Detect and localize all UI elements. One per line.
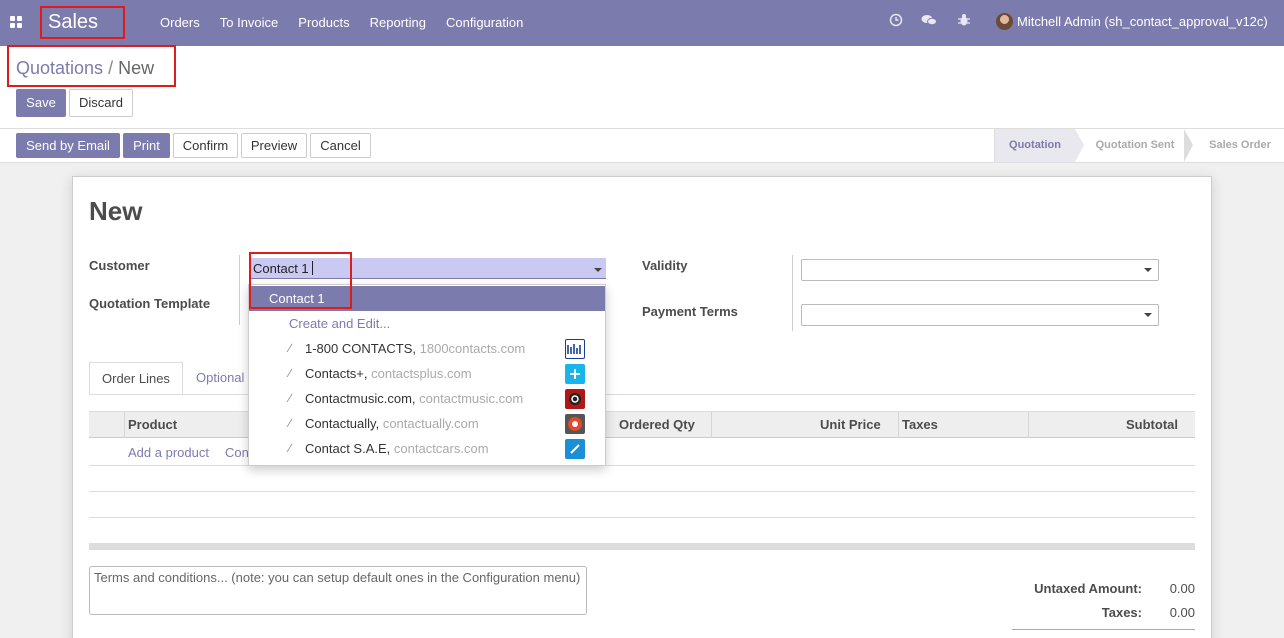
bug-icon[interactable] bbox=[956, 13, 972, 29]
company-logo-icon bbox=[565, 389, 585, 409]
table-footer bbox=[89, 543, 1195, 550]
record-title: New bbox=[89, 196, 143, 226]
label-divider bbox=[792, 255, 793, 331]
column-product[interactable]: Product bbox=[128, 412, 177, 438]
stage-sales-order[interactable]: Sales Order bbox=[1197, 129, 1283, 162]
terms-and-conditions-field[interactable]: Terms and conditions... (note: you can s… bbox=[89, 566, 587, 615]
customer-label: Customer bbox=[89, 258, 150, 273]
suggestion-label: Contactually, contactually.com bbox=[305, 411, 479, 436]
taxes-value: 0.00 bbox=[1169, 605, 1195, 620]
menu-orders[interactable]: Orders bbox=[150, 0, 210, 46]
suggestion-label: Contacts+, contactsplus.com bbox=[305, 361, 472, 386]
suggestion-item[interactable]: ∕ Contact S.A.E, contactcars.com bbox=[249, 436, 605, 461]
suggestion-label: 1-800 CONTACTS, 1800contacts.com bbox=[305, 336, 525, 361]
suggestion-name: Contact S.A.E, bbox=[305, 441, 391, 456]
suggestion-domain: contactsplus.com bbox=[371, 366, 472, 381]
magic-wand-icon: ∕ bbox=[289, 391, 292, 405]
suggestion-domain: contactcars.com bbox=[393, 441, 489, 456]
avatar[interactable] bbox=[996, 13, 1013, 30]
stage-arrow bbox=[1184, 129, 1193, 162]
taxes-label: Taxes: bbox=[1101, 605, 1142, 620]
stage-quotation-sent[interactable]: Quotation Sent bbox=[1087, 129, 1183, 162]
tab-order-lines[interactable]: Order Lines bbox=[89, 362, 183, 395]
customer-highlight bbox=[249, 252, 352, 309]
suggestion-domain: 1800contacts.com bbox=[419, 341, 526, 356]
magic-wand-icon: ∕ bbox=[289, 366, 292, 380]
suggestion-item[interactable]: ∕ Contactually, contactually.com bbox=[249, 411, 605, 436]
suggestion-label: Contactmusic.com, contactmusic.com bbox=[305, 386, 523, 411]
column-unit-price[interactable]: Unit Price bbox=[820, 412, 881, 438]
preview-button[interactable]: Preview bbox=[241, 133, 307, 158]
column-separator bbox=[1028, 412, 1029, 438]
suggestion-domain: contactmusic.com bbox=[419, 391, 524, 406]
create-and-edit-option[interactable]: Create and Edit... bbox=[249, 311, 605, 336]
untaxed-amount-value: 0.00 bbox=[1169, 581, 1195, 596]
magic-wand-icon: ∕ bbox=[289, 341, 292, 355]
send-by-email-button[interactable]: Send by Email bbox=[16, 133, 120, 158]
suggestion-name: Contactually, bbox=[305, 416, 380, 431]
suggestion-name: Contacts+, bbox=[305, 366, 368, 381]
column-separator bbox=[124, 412, 125, 438]
tab-optional-products[interactable]: Optional bbox=[184, 362, 256, 395]
user-menu[interactable]: Mitchell Admin (sh_contact_approval_v12c… bbox=[1017, 0, 1268, 44]
apps-icon[interactable] bbox=[10, 16, 22, 28]
menu-configuration[interactable]: Configuration bbox=[436, 0, 533, 46]
suggestion-domain: contactually.com bbox=[382, 416, 479, 431]
table-row bbox=[89, 517, 1195, 518]
table-row bbox=[89, 491, 1195, 492]
suggestion-item[interactable]: ∕ Contactmusic.com, contactmusic.com bbox=[249, 386, 605, 411]
payment-terms-label: Payment Terms bbox=[642, 304, 738, 319]
suggestion-name: 1-800 CONTACTS, bbox=[305, 341, 417, 356]
menu-products[interactable]: Products bbox=[288, 0, 359, 46]
company-logo-icon bbox=[565, 364, 585, 384]
breadcrumb-current: New bbox=[118, 58, 155, 78]
stage-quotation[interactable]: Quotation bbox=[995, 129, 1075, 162]
stage-arrow bbox=[1075, 129, 1084, 162]
discard-button[interactable]: Discard bbox=[69, 89, 133, 117]
menu-to-invoice[interactable]: To Invoice bbox=[210, 0, 289, 46]
column-subtotal[interactable]: Subtotal bbox=[1126, 412, 1178, 438]
magic-wand-icon: ∕ bbox=[289, 416, 292, 430]
app-brand[interactable]: Sales bbox=[40, 6, 125, 39]
suggestion-item[interactable]: ∕ 1-800 CONTACTS, 1800contacts.com bbox=[249, 336, 605, 361]
chevron-down-icon bbox=[1144, 268, 1152, 272]
add-section-link[interactable]: Con bbox=[225, 445, 249, 460]
chevron-down-icon[interactable] bbox=[594, 268, 602, 272]
cancel-button[interactable]: Cancel bbox=[310, 133, 371, 158]
add-product-link[interactable]: Add a product bbox=[128, 445, 209, 460]
chat-icon[interactable] bbox=[921, 13, 937, 29]
company-logo-icon bbox=[565, 339, 585, 359]
payment-terms-input[interactable] bbox=[801, 304, 1159, 326]
company-logo-icon bbox=[565, 439, 585, 459]
column-taxes[interactable]: Taxes bbox=[902, 412, 938, 438]
column-separator bbox=[898, 412, 899, 438]
totals-divider bbox=[1012, 629, 1195, 630]
suggestion-item[interactable]: ∕ Contacts+, contactsplus.com bbox=[249, 361, 605, 386]
breadcrumb: Quotations / New bbox=[16, 58, 154, 79]
confirm-button[interactable]: Confirm bbox=[173, 133, 238, 158]
column-ordered-qty[interactable]: Ordered Qty bbox=[619, 412, 695, 438]
untaxed-amount-label: Untaxed Amount: bbox=[1034, 581, 1142, 596]
breadcrumb-separator: / bbox=[108, 58, 114, 78]
breadcrumb-quotations[interactable]: Quotations bbox=[16, 58, 103, 78]
menu-reporting[interactable]: Reporting bbox=[360, 0, 436, 46]
validity-label: Validity bbox=[642, 258, 688, 273]
top-navbar: Sales Orders To Invoice Products Reporti… bbox=[0, 0, 1284, 46]
suggestion-name: Contactmusic.com, bbox=[305, 391, 416, 406]
quotation-template-label: Quotation Template bbox=[89, 296, 211, 311]
customer-autocomplete-dropdown: Contact 1 Create and Edit... ∕ 1-800 CON… bbox=[248, 284, 606, 466]
company-logo-icon bbox=[565, 414, 585, 434]
column-separator bbox=[711, 412, 712, 438]
chevron-down-icon bbox=[1144, 313, 1152, 317]
save-button[interactable]: Save bbox=[16, 89, 66, 117]
clock-icon[interactable] bbox=[888, 13, 904, 29]
main-menu: Orders To Invoice Products Reporting Con… bbox=[150, 0, 533, 46]
label-divider bbox=[239, 255, 240, 325]
magic-wand-icon: ∕ bbox=[289, 441, 292, 455]
suggestion-label: Contact S.A.E, contactcars.com bbox=[305, 436, 489, 461]
print-button[interactable]: Print bbox=[123, 133, 170, 158]
status-bar: Quotation Quotation Sent Sales Order bbox=[994, 129, 1284, 162]
validity-input[interactable] bbox=[801, 259, 1159, 281]
